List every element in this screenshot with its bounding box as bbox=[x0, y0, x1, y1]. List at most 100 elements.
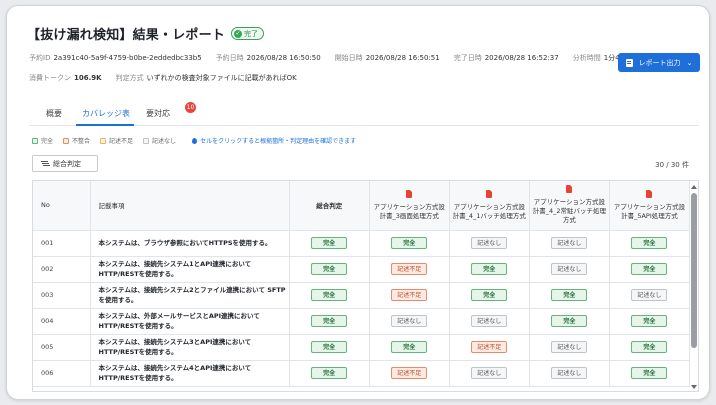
row-no: 002 bbox=[33, 256, 91, 283]
legend-item: 記述不足 bbox=[100, 136, 133, 145]
coverage-cell[interactable]: 記述なし bbox=[529, 334, 610, 361]
coverage-cell[interactable]: 完全 bbox=[449, 256, 530, 283]
coverage-cell[interactable]: 記述なし bbox=[449, 360, 530, 387]
coverage-cell[interactable]: 記述不足 bbox=[369, 282, 450, 309]
coverage-cell[interactable]: 完全 bbox=[529, 282, 610, 309]
row-item: 本システムは、接続先システム3とAPI連携において HTTP/RESTを使用する… bbox=[90, 334, 290, 361]
coverage-cell[interactable]: 完全 bbox=[609, 256, 691, 283]
total-chip[interactable]: 完全 bbox=[311, 367, 348, 379]
report-window: 【抜け漏れ検知】結果・レポート ✓ 完了 予約ID 2a391c40-5a9f-4… bbox=[6, 5, 710, 400]
coverage-chip[interactable]: 記述不足 bbox=[391, 263, 428, 275]
total-cell[interactable]: 完全 bbox=[289, 308, 370, 335]
total-chip[interactable]: 完全 bbox=[311, 237, 348, 249]
coverage-chip[interactable]: 完全 bbox=[631, 367, 668, 379]
coverage-chip[interactable]: 記述なし bbox=[551, 263, 588, 275]
coverage-cell[interactable]: 記述なし bbox=[529, 230, 610, 257]
coverage-cell[interactable]: 記述不足 bbox=[449, 334, 530, 361]
coverage-cell[interactable]: 完全 bbox=[369, 334, 450, 361]
coverage-chip[interactable]: 完全 bbox=[551, 315, 588, 327]
coverage-chip[interactable]: 記述なし bbox=[631, 289, 668, 301]
coverage-chip[interactable]: 記述なし bbox=[391, 315, 428, 327]
swatch-inconsistent bbox=[63, 137, 70, 144]
coverage-chip[interactable]: 完全 bbox=[631, 315, 668, 327]
tab-coverage[interactable]: カバレッジ表 bbox=[82, 108, 130, 119]
coverage-cell[interactable]: 完全 bbox=[609, 230, 691, 257]
total-cell[interactable]: 完全 bbox=[289, 360, 370, 387]
col-doc[interactable]: アプリケーション方式設計書_3画面処理方式 bbox=[369, 181, 450, 231]
coverage-chip[interactable]: 記述不足 bbox=[391, 367, 428, 379]
scroll-down-icon[interactable] bbox=[691, 385, 697, 389]
table-row: 003 本システムは、接続先システム2とファイル連携において SFTPを使用する。… bbox=[33, 282, 691, 309]
coverage-chip[interactable]: 完全 bbox=[631, 341, 668, 353]
coverage-chip[interactable]: 記述なし bbox=[471, 315, 508, 327]
overall-filter-button[interactable]: 総合判定 bbox=[32, 155, 98, 172]
export-report-button[interactable]: レポート出力 ⌄ bbox=[618, 53, 700, 72]
col-doc[interactable]: アプリケーション方式設計書_4_2常駐バッチ処理方式 bbox=[529, 181, 610, 231]
col-doc[interactable]: アプリケーション方式設計書_5API処理方式 bbox=[609, 181, 691, 231]
coverage-cell[interactable]: 記述不足 bbox=[369, 360, 450, 387]
coverage-chip[interactable]: 完全 bbox=[631, 263, 668, 275]
page-title: 【抜け漏れ検知】結果・レポート bbox=[27, 28, 226, 43]
coverage-chip[interactable]: 完全 bbox=[471, 263, 508, 275]
coverage-cell[interactable]: 記述不足 bbox=[369, 256, 450, 283]
pdf-icon bbox=[406, 189, 413, 198]
coverage-chip[interactable]: 完全 bbox=[391, 341, 428, 353]
coverage-cell[interactable]: 記述なし bbox=[529, 360, 610, 387]
total-chip[interactable]: 完全 bbox=[311, 263, 348, 275]
swatch-complete bbox=[32, 137, 38, 144]
coverage-chip[interactable]: 完全 bbox=[471, 289, 508, 301]
coverage-cell[interactable]: 記述なし bbox=[609, 282, 691, 309]
coverage-cell[interactable]: 記述なし bbox=[529, 256, 610, 283]
filter-icon bbox=[41, 161, 48, 166]
total-cell[interactable]: 完全 bbox=[289, 334, 370, 361]
coverage-chip[interactable]: 記述不足 bbox=[471, 341, 508, 353]
total-chip[interactable]: 完全 bbox=[311, 341, 348, 353]
row-no: 006 bbox=[33, 360, 91, 387]
table-row: 005 本システムは、接続先システム3とAPI連携において HTTP/RESTを使… bbox=[33, 334, 691, 361]
total-cell[interactable]: 完全 bbox=[289, 230, 370, 257]
coverage-chip[interactable]: 記述なし bbox=[471, 237, 508, 249]
total-chip[interactable]: 完全 bbox=[311, 315, 348, 327]
coverage-chip[interactable]: 完全 bbox=[631, 237, 668, 249]
total-cell[interactable]: 完全 bbox=[289, 282, 370, 309]
scroll-up-icon[interactable] bbox=[691, 185, 697, 189]
coverage-chip[interactable]: 記述なし bbox=[551, 367, 588, 379]
pin-icon bbox=[192, 137, 198, 144]
coverage-cell[interactable]: 完全 bbox=[609, 334, 691, 361]
job-id: 2a391c40-5a9f-4759-b0be-2eddedbc33b5 bbox=[53, 54, 202, 62]
coverage-cell[interactable]: 記述なし bbox=[449, 308, 530, 335]
table-scrollbar[interactable] bbox=[691, 183, 697, 391]
tab-action-required[interactable]: 要対応 bbox=[146, 108, 170, 119]
coverage-cell[interactable]: 記述なし bbox=[369, 308, 450, 335]
method: いずれかの検査対象ファイルに記載があればOK bbox=[146, 74, 297, 82]
coverage-chip[interactable]: 記述なし bbox=[551, 341, 588, 353]
scrollbar-thumb[interactable] bbox=[691, 193, 697, 348]
tokens: 106.9K bbox=[74, 74, 102, 82]
coverage-cell[interactable]: 完全 bbox=[449, 282, 530, 309]
swatch-none bbox=[143, 137, 150, 144]
coverage-table: No 記載事項 総合判定 アプリケーション方式設計書_3画面処理方式 アプリケー… bbox=[32, 180, 699, 392]
col-doc[interactable]: アプリケーション方式設計書_4_1バッチ処理方式 bbox=[449, 181, 530, 231]
total-cell[interactable]: 完全 bbox=[289, 256, 370, 283]
finished-time: 2026/08/28 16:52:37 bbox=[484, 54, 559, 62]
coverage-chip[interactable]: 記述なし bbox=[551, 237, 588, 249]
coverage-cell[interactable]: 完全 bbox=[369, 230, 450, 257]
coverage-chip[interactable]: 記述なし bbox=[471, 367, 508, 379]
coverage-chip[interactable]: 完全 bbox=[391, 237, 428, 249]
total-chip[interactable]: 完全 bbox=[311, 289, 348, 301]
table-row: 004 本システムは、外部メールサービスとAPI連携において HTTP/RESTを… bbox=[33, 308, 691, 335]
coverage-cell[interactable]: 記述なし bbox=[449, 230, 530, 257]
chevron-down-icon: ⌄ bbox=[686, 58, 693, 67]
coverage-chip[interactable]: 完全 bbox=[551, 289, 588, 301]
table-header-row: No 記載事項 総合判定 アプリケーション方式設計書_3画面処理方式 アプリケー… bbox=[33, 181, 691, 231]
row-no: 005 bbox=[33, 334, 91, 361]
coverage-cell[interactable]: 完全 bbox=[529, 308, 610, 335]
row-item: 本システムは、接続先システム4とAPI連携において HTTP/RESTを使用する… bbox=[90, 360, 290, 387]
tab-bar: 概要 カバレッジ表 要対応 10 bbox=[29, 102, 699, 126]
coverage-chip[interactable]: 記述不足 bbox=[391, 289, 428, 301]
coverage-cell[interactable]: 完全 bbox=[609, 308, 691, 335]
tab-overview[interactable]: 概要 bbox=[46, 108, 62, 119]
coverage-cell[interactable]: 完全 bbox=[609, 360, 691, 387]
col-no: No bbox=[33, 181, 91, 231]
started-time: 2026/08/28 16:50:51 bbox=[365, 54, 440, 62]
